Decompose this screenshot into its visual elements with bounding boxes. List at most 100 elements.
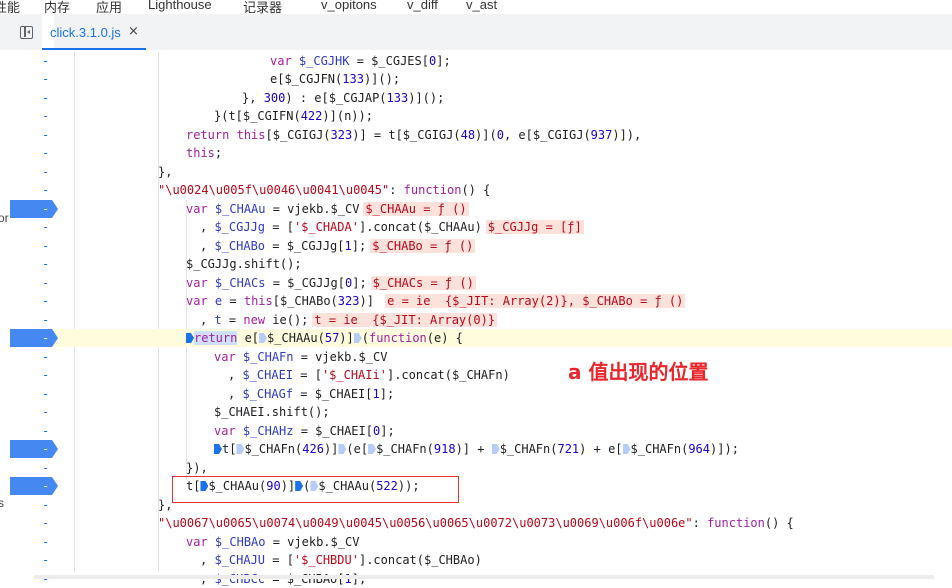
tab-application[interactable]: 应用 — [96, 0, 122, 14]
file-tab-click-js[interactable]: click.3.1.0.js × — [42, 14, 146, 50]
code-line: - var $_CHAAu = vjekb.$_CV $_CHAAu = ƒ () — [10, 200, 952, 218]
tab-lighthouse[interactable]: Lighthouse — [148, 0, 212, 12]
horizontal-scrollbar[interactable] — [34, 575, 934, 579]
navigator-fragment: or — [0, 211, 9, 225]
code-text: "\u0024\u005f\u0046\u0041\u0045": functi… — [158, 183, 491, 197]
breakpoint-marker[interactable]: - — [10, 329, 58, 347]
code-line: - var $_CHACs = $_CGJJg[0]; $_CHACs = ƒ (… — [10, 274, 952, 292]
code-line: - var $_CHAFn = vjekb.$_CV — [10, 348, 952, 366]
code-line: - , $_CHAEI = ['$_CHAIi'].concat($_CHAFn… — [10, 366, 952, 384]
line-gutter[interactable]: - — [10, 570, 58, 588]
inline-value: $_CGJJg = [ƒ] — [485, 220, 584, 234]
line-gutter[interactable]: - — [10, 292, 58, 310]
navigator-panel-edge: or s — [0, 50, 10, 579]
code-line: - $_CGJJg.shift(); — [10, 255, 952, 273]
inline-breakpoint-icon — [214, 444, 222, 454]
line-gutter[interactable]: - — [10, 107, 58, 125]
inline-breakpoint-icon — [236, 444, 245, 454]
line-gutter[interactable]: - — [10, 163, 58, 181]
line-gutter[interactable]: - — [10, 403, 58, 421]
line-gutter[interactable]: - — [10, 70, 58, 88]
devtools-panel-tabs: 性能 内存 应用 Lighthouse 记录器 v_opitons v_diff… — [0, 0, 952, 14]
code-text: t[$_CHAFn(426)] (e[$_CHAFn(918)] + $_CHAF… — [214, 440, 739, 458]
inline-value: e = ie {$_JIT: Array(2)}, $_CHABo = ƒ () — [385, 294, 686, 308]
breakpoint-marker[interactable]: - — [10, 200, 58, 218]
line-gutter[interactable]: - — [10, 459, 58, 477]
line-gutter[interactable]: - — [10, 551, 58, 569]
tab-recorder[interactable]: 记录器 — [243, 0, 282, 14]
tab-v-ast[interactable]: v_ast — [466, 0, 497, 12]
inline-breakpoint-icon — [338, 444, 347, 454]
line-gutter[interactable]: - — [10, 533, 58, 551]
breakpoint-marker[interactable]: - — [10, 477, 58, 495]
line-gutter[interactable]: - — [10, 181, 58, 199]
code-text: $_CGJJg.shift(); — [186, 257, 302, 271]
code-text: }, — [158, 165, 173, 179]
line-gutter[interactable]: - — [10, 237, 58, 255]
code-line: - $_CHAEI.shift(); — [10, 403, 952, 421]
toggle-navigator-icon[interactable] — [20, 26, 33, 39]
code-text: }, — [158, 498, 173, 512]
code-text: this; — [186, 146, 223, 160]
code-line: - , $_CHABo = $_CGJJg[1]; $_CHABo = ƒ () — [10, 237, 952, 255]
line-gutter[interactable]: - — [10, 144, 58, 162]
inline-value: $_CHACs = ƒ () — [370, 276, 476, 290]
execution-pointer-icon — [186, 333, 194, 343]
code-line: - , $_CHAJU = ['$_CHBDU'].concat($_CHBAo… — [10, 551, 952, 569]
navigator-fragment: s — [0, 496, 4, 510]
inline-value: t = ie {$_JIT: Array(0)} — [312, 313, 498, 327]
code-text: var $_CHACs = $_CGJJg[0]; $_CHACs = ƒ () — [186, 276, 476, 290]
line-gutter[interactable]: - — [10, 348, 58, 366]
line-gutter[interactable]: - — [10, 311, 58, 329]
line-gutter[interactable]: - — [10, 422, 58, 440]
line-gutter[interactable]: - — [10, 89, 58, 107]
inline-breakpoint-icon — [491, 444, 500, 454]
code-text: , $_CHBCc = $_CHBAo[1]; — [200, 572, 367, 586]
code-line: - var $_CHAHz = $_CHAEI[0]; — [10, 422, 952, 440]
tab-performance[interactable]: 性能 — [0, 0, 20, 14]
line-gutter[interactable]: - — [10, 126, 58, 144]
annotation-box — [172, 476, 459, 503]
source-file-tabbar: click.3.1.0.js × — [0, 14, 952, 51]
code-line: - return this[$_CGIGJ(323)] = t[$_CGIGJ(… — [10, 126, 952, 144]
tab-memory[interactable]: 内存 — [44, 0, 70, 14]
line-gutter[interactable]: - — [10, 385, 58, 403]
line-gutter[interactable]: - — [10, 366, 58, 384]
inline-breakpoint-icon — [368, 444, 377, 454]
line-gutter[interactable]: - — [10, 255, 58, 273]
code-line: - }), — [10, 459, 952, 477]
line-gutter[interactable]: - — [10, 274, 58, 292]
code-line-current: - return e[$_CHAAu(57)] (function(e) { — [10, 329, 952, 347]
code-text: "\u0067\u0065\u0074\u0049\u0045\u0056\u0… — [158, 516, 794, 530]
code-editor[interactable]: - var $_CGJHK = $_CGJES[0]; - e[$_CGJFN(… — [10, 50, 952, 586]
code-text: , $_CHAGf = $_CHAEI[1]; — [228, 387, 395, 401]
code-line: - t[$_CHAFn(426)] (e[$_CHAFn(918)] + $_CH… — [10, 440, 952, 458]
code-line: - "\u0067\u0065\u0074\u0049\u0045\u0056\… — [10, 514, 952, 532]
code-text: var $_CHBAo = vjekb.$_CV — [186, 535, 360, 549]
line-gutter[interactable]: - — [10, 52, 58, 70]
code-line: - , $_CHAGf = $_CHAEI[1]; — [10, 385, 952, 403]
line-gutter[interactable]: - — [10, 496, 58, 514]
code-text: , $_CHABo = $_CGJJg[1]; $_CHABo = ƒ () — [200, 239, 476, 253]
code-line: - "\u0024\u005f\u0046\u0041\u0045": func… — [10, 181, 952, 199]
tab-v-diff[interactable]: v_diff — [407, 0, 438, 12]
tab-v-opitons[interactable]: v_opitons — [321, 0, 377, 12]
code-text: e[$_CGJFN(133)](); — [270, 72, 401, 86]
code-line: - var e = this[$_CHABo(323)] e = ie {$_J… — [10, 292, 952, 310]
code-text: var $_CHAHz = $_CHAEI[0]; — [214, 424, 395, 438]
code-line: - }(t[$_CGIFN(422)](n)); — [10, 107, 952, 125]
breakpoint-marker[interactable]: - — [10, 440, 58, 458]
line-gutter[interactable]: - — [10, 514, 58, 532]
code-line: - e[$_CGJFN(133)](); — [10, 70, 952, 88]
code-line: - t[$_CHAAu(90)]($_CHAAu(522)); — [10, 477, 952, 495]
line-gutter[interactable]: - — [10, 218, 58, 236]
close-icon[interactable]: × — [128, 24, 139, 39]
code-line: - var $_CHBAo = vjekb.$_CV — [10, 533, 952, 551]
code-line: - }, — [10, 163, 952, 181]
annotation-label: a 值出现的位置 — [568, 360, 709, 384]
code-text: return this[$_CGIGJ(323)] = t[$_CGIGJ(48… — [186, 128, 642, 142]
code-text: $_CHAEI.shift(); — [214, 405, 330, 419]
code-text: var $_CGJHK = $_CGJES[0]; — [270, 54, 451, 68]
code-text: var $_CHAFn = vjekb.$_CV — [214, 350, 388, 364]
code-line: - }, — [10, 496, 952, 514]
